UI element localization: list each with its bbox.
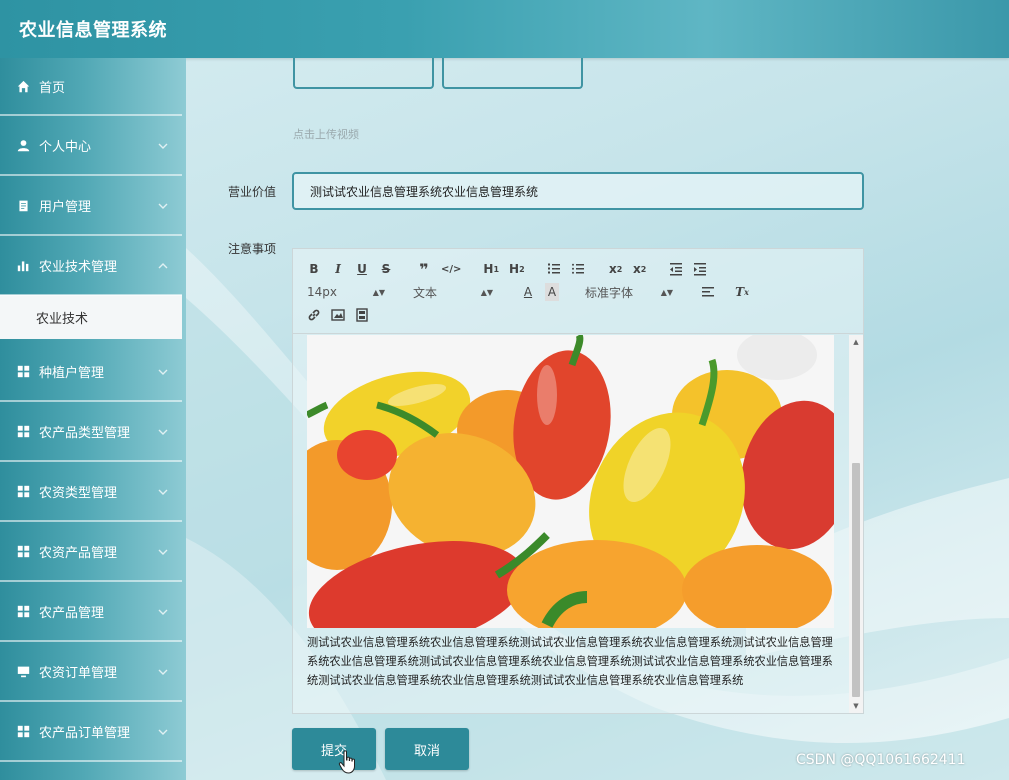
business-value-text: 测试试农业信息管理系统农业信息管理系统 — [310, 184, 539, 199]
chevron-down-icon — [158, 726, 168, 736]
editor-text: 测试试农业信息管理系统农业信息管理系统测试试农业信息管理系统农业信息管理系统测试… — [307, 636, 833, 687]
chevron-down-icon — [158, 546, 168, 556]
scroll-down-icon[interactable]: ▼ — [849, 699, 863, 713]
sidebar-item-product-management[interactable]: 农产品管理 — [0, 582, 182, 642]
header1-button[interactable]: H1 — [483, 260, 499, 278]
sidebar-item-user-management[interactable]: 用户管理 — [0, 176, 182, 236]
home-icon — [16, 79, 30, 93]
link-icon[interactable] — [307, 306, 321, 324]
sidebar-item-label: 农资产品管理 — [39, 545, 118, 561]
chevron-down-icon — [158, 486, 168, 496]
cancel-button[interactable]: 取消 — [385, 728, 469, 770]
chevron-down-icon — [158, 140, 168, 150]
editor-toolbar: B I U S ❞ </> H1 H2 x2 x2 14px ▲▼ 文本 ▲▼ A … — [293, 249, 863, 334]
sidebar-item-label: 农产品订单管理 — [39, 725, 131, 741]
upload-video-hint[interactable]: 点击上传视频 — [293, 126, 359, 142]
sidebar-item-supply-type-management[interactable]: 农资类型管理 — [0, 462, 182, 522]
sidebar-item-grower-management[interactable]: 种植户管理 — [0, 342, 182, 402]
top-bar: 农业信息管理系统 — [0, 0, 1009, 58]
scrollbar-thumb[interactable] — [852, 463, 860, 697]
blockquote-button[interactable]: ❞ — [417, 260, 431, 279]
chevron-down-icon — [158, 426, 168, 436]
watermark: CSDN @QQ1061662411 — [796, 752, 966, 768]
upload-box[interactable] — [293, 58, 434, 89]
ordered-list-icon[interactable] — [547, 260, 561, 278]
chevron-down-icon — [158, 606, 168, 616]
sidebar-item-label: 首页 — [39, 80, 66, 96]
select-arrows-icon: ▲▼ — [660, 287, 673, 297]
sidebar-item-supply-order-management[interactable]: 农资订单管理 — [0, 642, 182, 702]
underline-button[interactable]: U — [355, 260, 369, 278]
strikethrough-button[interactable]: S — [379, 260, 393, 278]
image-icon[interactable] — [331, 306, 345, 324]
clear-format-button[interactable]: Tx — [735, 283, 749, 301]
header2-button[interactable]: H2 — [509, 260, 525, 278]
sidebar-subitem-agri-tech[interactable]: 农业技术 — [0, 295, 182, 339]
sidebar-item-label: 种植户管理 — [39, 365, 105, 381]
subscript-button[interactable]: x2 — [609, 260, 623, 278]
sidebar-item-product-type-management[interactable]: 农产品类型管理 — [0, 402, 182, 462]
business-value-label: 营业价值 — [228, 185, 277, 199]
select-arrows-icon: ▲▼ — [372, 287, 385, 297]
chevron-down-icon — [158, 666, 168, 676]
grid-icon — [16, 364, 30, 378]
hand-cursor-icon — [338, 750, 358, 774]
notes-label: 注意事项 — [228, 242, 277, 256]
user-icon — [16, 138, 30, 152]
bullet-list-icon[interactable] — [571, 260, 585, 278]
clipboard-icon — [16, 198, 30, 212]
select-arrows-icon: ▲▼ — [480, 287, 493, 297]
outdent-icon[interactable] — [669, 260, 683, 278]
sidebar-item-label: 农业技术管理 — [39, 259, 118, 275]
sidebar-item-label: 个人中心 — [39, 139, 92, 155]
sidebar-item-supply-product-management[interactable]: 农资产品管理 — [0, 522, 182, 582]
editor-scrollbar[interactable]: ▲ ▼ — [849, 335, 863, 713]
chevron-down-icon — [158, 366, 168, 376]
chevron-down-icon — [158, 200, 168, 210]
sidebar-item-product-order-management[interactable]: 农产品订单管理 — [0, 702, 182, 762]
video-icon[interactable] — [355, 306, 369, 324]
sidebar-item-label: 用户管理 — [39, 199, 92, 215]
sidebar: 首页 个人中心 用户管理 农业技术管理 农业技术 种植户管理 农产品类型管理 农… — [0, 58, 186, 780]
grid-icon — [16, 544, 30, 558]
code-block-button[interactable]: </> — [441, 260, 461, 278]
grid-icon — [16, 724, 30, 738]
pepper-image — [307, 335, 834, 628]
editor-content-area[interactable]: 测试试农业信息管理系统农业信息管理系统测试试农业信息管理系统农业信息管理系统测试… — [293, 335, 850, 713]
sidebar-item-label: 农资类型管理 — [39, 485, 118, 501]
scroll-up-icon[interactable]: ▲ — [849, 335, 863, 349]
sidebar-item-personal-center[interactable]: 个人中心 — [0, 116, 182, 176]
sidebar-item-label: 农产品类型管理 — [39, 425, 131, 441]
bar-chart-icon — [16, 258, 30, 272]
text-style-select[interactable]: 文本 ▲▼ — [413, 284, 493, 301]
grid-icon — [16, 424, 30, 438]
upload-box[interactable] — [442, 58, 583, 89]
font-size-value: 14px — [307, 285, 337, 299]
text-style-value: 文本 — [413, 285, 438, 300]
app-title: 农业信息管理系统 — [19, 20, 167, 41]
font-family-select[interactable]: 标准字体 ▲▼ — [585, 284, 673, 301]
monitor-icon — [16, 664, 30, 678]
chevron-up-icon — [158, 260, 168, 270]
background-color-button[interactable]: A — [545, 283, 559, 301]
align-icon[interactable] — [701, 283, 715, 301]
bold-button[interactable]: B — [307, 260, 321, 278]
font-size-select[interactable]: 14px ▲▼ — [307, 285, 385, 299]
business-value-input[interactable]: 测试试农业信息管理系统农业信息管理系统 — [292, 172, 864, 210]
grid-icon — [16, 604, 30, 618]
main-content: 点击上传视频 营业价值 测试试农业信息管理系统农业信息管理系统 注意事项 B I… — [186, 58, 1009, 780]
rich-text-editor: B I U S ❞ </> H1 H2 x2 x2 14px ▲▼ 文本 ▲▼ A … — [292, 248, 864, 714]
sidebar-item-label: 农资订单管理 — [39, 665, 118, 681]
font-family-value: 标准字体 — [585, 285, 634, 300]
font-color-button[interactable]: A — [521, 283, 535, 301]
italic-button[interactable]: I — [331, 260, 345, 278]
grid-icon — [16, 484, 30, 498]
indent-icon[interactable] — [693, 260, 707, 278]
superscript-button[interactable]: x2 — [633, 260, 647, 278]
sidebar-item-label: 农产品管理 — [39, 605, 105, 621]
submit-button[interactable]: 提交 — [292, 728, 376, 770]
sidebar-item-home[interactable]: 首页 — [0, 58, 182, 116]
sidebar-item-agri-tech-management[interactable]: 农业技术管理 — [0, 236, 182, 296]
